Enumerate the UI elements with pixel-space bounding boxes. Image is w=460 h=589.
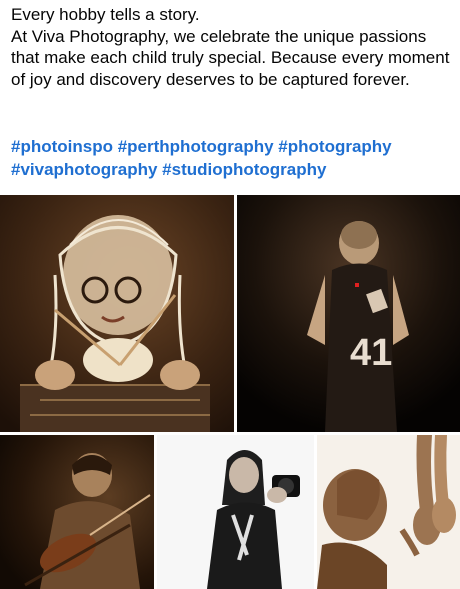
photo-boy-jersey-41[interactable]: 41: [237, 195, 460, 432]
hashtag-list: #photoinspo #perthphotography #photograp…: [11, 135, 451, 181]
photo-boy-violin[interactable]: [0, 435, 154, 589]
post: Every hobby tells a story. At Viva Photo…: [0, 0, 460, 589]
photo-girl-camera-image: [157, 435, 314, 589]
photo-ballet-shoes-image: [317, 435, 460, 589]
hashtag-perthphotography[interactable]: #perthphotography: [118, 137, 274, 156]
photo-ballet-shoes[interactable]: [317, 435, 460, 589]
caption-line-1: Every hobby tells a story.: [11, 5, 200, 24]
hashtag-photography[interactable]: #photography: [278, 137, 391, 156]
photo-girl-knitting-image: [0, 195, 234, 432]
hashtag-photoinspo[interactable]: #photoinspo: [11, 137, 113, 156]
hashtag-studiophotography[interactable]: #studiophotography: [162, 160, 326, 179]
post-caption: Every hobby tells a story. At Viva Photo…: [11, 4, 451, 90]
photo-girl-knitting[interactable]: [0, 195, 234, 432]
photo-boy-violin-image: [0, 435, 154, 589]
hashtag-vivaphotography[interactable]: #vivaphotography: [11, 160, 157, 179]
jersey-number: 41: [350, 332, 392, 374]
caption-line-2: At Viva Photography, we celebrate the un…: [11, 26, 450, 89]
photo-boy-jersey-41-image: 41: [237, 195, 460, 432]
photo-girl-camera[interactable]: [157, 435, 314, 589]
